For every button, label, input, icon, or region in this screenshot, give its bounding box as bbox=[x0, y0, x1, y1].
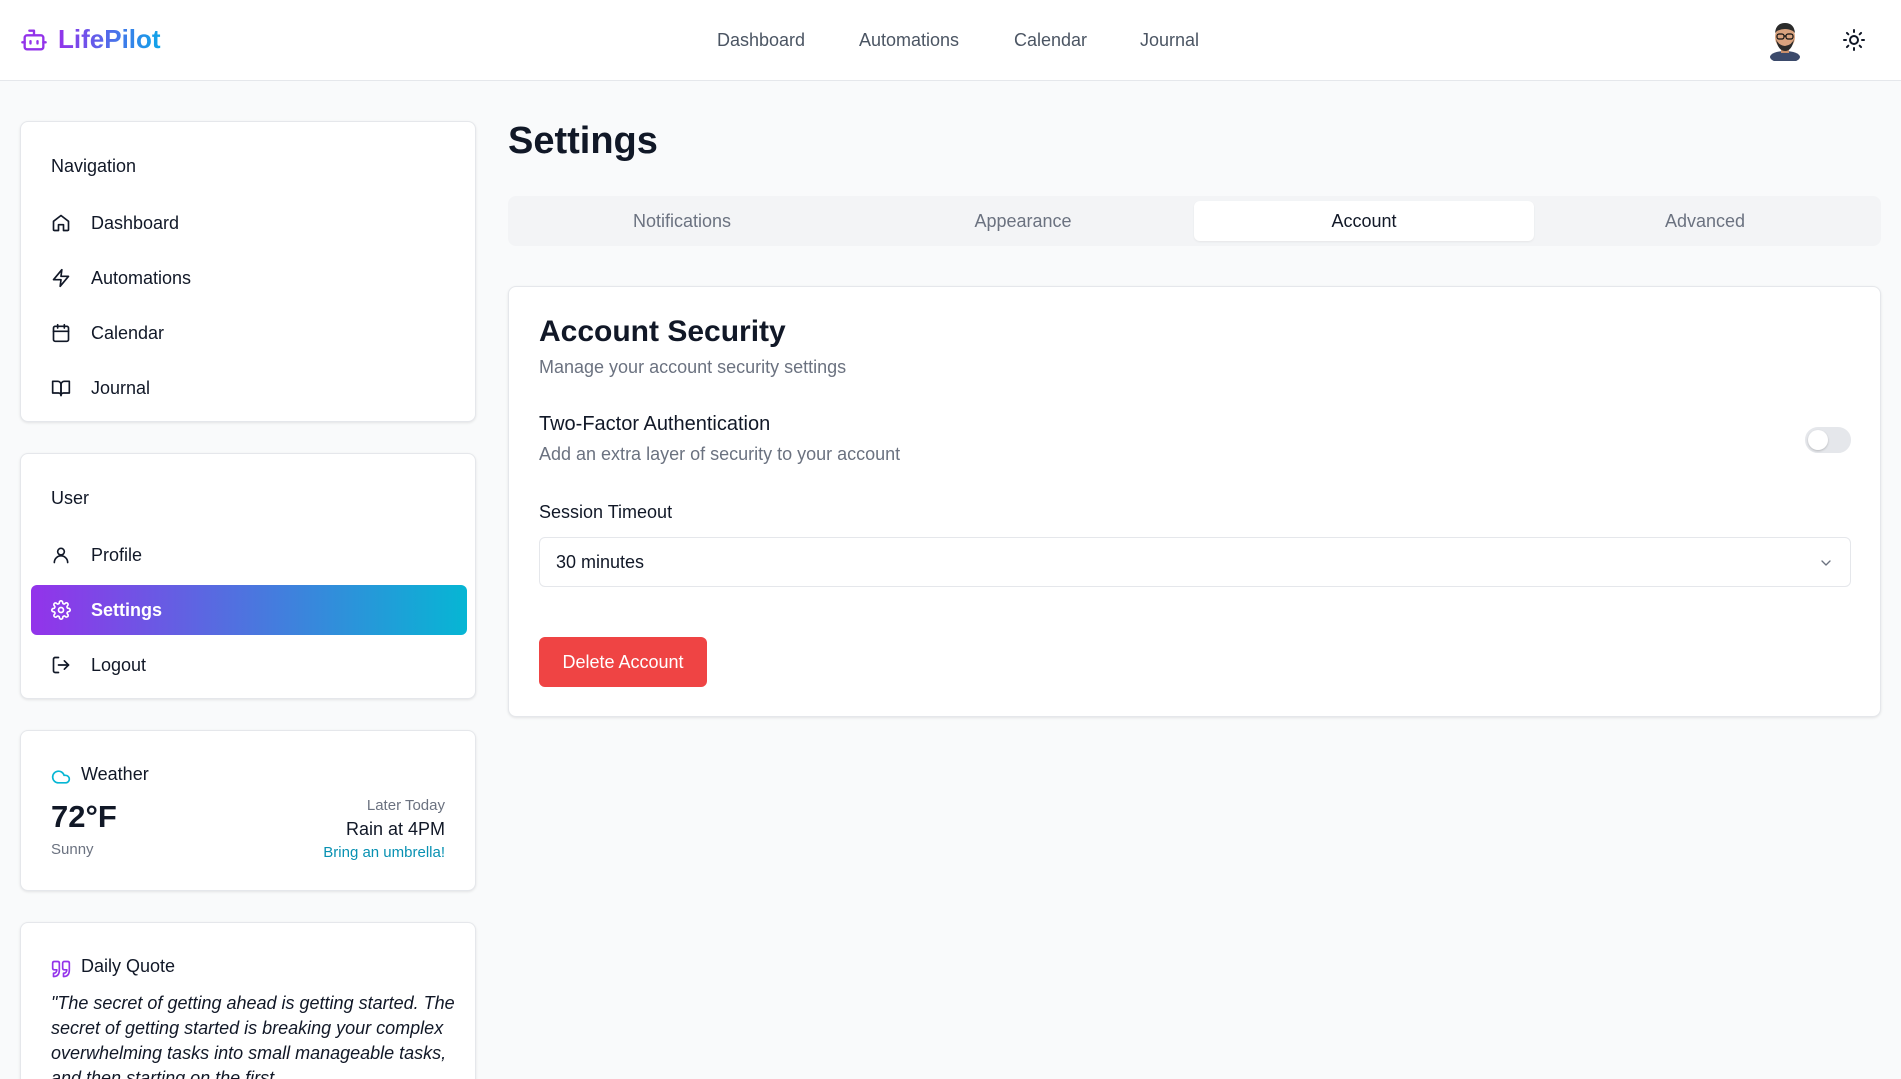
weather-card: Weather 72°F Sunny Later Today Rain at 4… bbox=[20, 730, 476, 891]
logout-icon bbox=[52, 656, 70, 674]
topnav-automations[interactable]: Automations bbox=[859, 30, 959, 51]
session-timeout-select[interactable]: 30 minutes bbox=[539, 537, 1851, 587]
quote-card: Daily Quote "The secret of getting ahead… bbox=[20, 922, 476, 1079]
sidebar-item-label: Automations bbox=[91, 267, 192, 288]
weather-condition: Sunny bbox=[51, 841, 94, 858]
sidebar-item-label: Settings bbox=[91, 599, 163, 620]
user-title: User bbox=[51, 488, 90, 508]
tab-advanced[interactable]: Advanced bbox=[1535, 201, 1875, 241]
sidebar-item-settings[interactable]: Settings bbox=[31, 585, 467, 635]
sidebar-item-label: Calendar bbox=[91, 322, 165, 343]
panel-title: Account Security bbox=[539, 315, 786, 348]
sidebar-item-label: Journal bbox=[91, 377, 151, 398]
quote-icon bbox=[51, 960, 71, 978]
top-header: LifePilot Dashboard Automations Calendar… bbox=[0, 0, 1901, 81]
sidebar-item-journal[interactable]: Journal bbox=[31, 363, 467, 413]
delete-account-button[interactable]: Delete Account bbox=[539, 637, 707, 687]
tab-notifications[interactable]: Notifications bbox=[512, 201, 852, 241]
tab-appearance[interactable]: Appearance bbox=[853, 201, 1193, 241]
sidebar-item-automations[interactable]: Automations bbox=[31, 253, 467, 303]
cloud-icon bbox=[51, 770, 71, 784]
quote-title: Daily Quote bbox=[81, 956, 176, 976]
navigation-card: Navigation Dashboard Automations Calenda… bbox=[20, 121, 476, 422]
topnav-calendar[interactable]: Calendar bbox=[1014, 30, 1087, 51]
book-icon bbox=[51, 380, 71, 397]
app-name: LifePilot bbox=[58, 24, 161, 54]
sidebar-item-logout[interactable]: Logout bbox=[31, 640, 467, 690]
two-factor-title: Two-Factor Authentication bbox=[539, 413, 771, 435]
panel-subtitle: Manage your account security settings bbox=[539, 357, 847, 377]
user-card: User Profile Settings Logout bbox=[20, 453, 476, 699]
session-timeout-label: Session Timeout bbox=[539, 502, 673, 522]
sidebar-item-label: Profile bbox=[91, 544, 143, 565]
page-title: Settings bbox=[508, 120, 658, 162]
bolt-icon bbox=[52, 268, 70, 288]
tab-account[interactable]: Account bbox=[1194, 201, 1534, 241]
user-icon bbox=[53, 547, 69, 564]
sun-icon[interactable] bbox=[1842, 28, 1866, 52]
weather-later-label: Later Today bbox=[366, 797, 445, 814]
navigation-title: Navigation bbox=[51, 156, 137, 176]
two-factor-toggle[interactable] bbox=[1805, 427, 1851, 453]
sidebar-item-label: Logout bbox=[91, 654, 147, 675]
sidebar-item-calendar[interactable]: Calendar bbox=[31, 308, 467, 358]
topnav-journal[interactable]: Journal bbox=[1140, 30, 1199, 51]
weather-temperature: 72°F bbox=[51, 799, 117, 834]
chevron-down-icon bbox=[1821, 560, 1831, 566]
session-timeout-value: 30 minutes bbox=[556, 551, 645, 572]
weather-tip: Bring an umbrella! bbox=[323, 844, 445, 861]
gear-icon bbox=[51, 600, 71, 620]
settings-tabs: Notifications Appearance Account Advance… bbox=[508, 196, 1881, 246]
avatar[interactable] bbox=[1766, 19, 1804, 61]
weather-later-forecast: Rain at 4PM bbox=[345, 819, 445, 839]
top-navigation: Dashboard Automations Calendar Journal bbox=[0, 0, 1901, 81]
home-icon bbox=[52, 214, 70, 232]
sidebar-item-label: Dashboard bbox=[91, 212, 180, 233]
quote-text: "The secret of getting ahead is getting … bbox=[51, 993, 455, 1079]
two-factor-subtitle: Add an extra layer of security to your a… bbox=[539, 444, 901, 464]
toggle-knob bbox=[1808, 430, 1828, 450]
calendar-icon bbox=[52, 323, 70, 343]
topnav-dashboard[interactable]: Dashboard bbox=[717, 30, 805, 51]
weather-title: Weather bbox=[81, 764, 149, 784]
sidebar-item-profile[interactable]: Profile bbox=[31, 530, 467, 580]
account-security-panel: Account Security Manage your account sec… bbox=[508, 286, 1881, 717]
app-logo[interactable]: LifePilot bbox=[20, 24, 161, 55]
sidebar-item-dashboard[interactable]: Dashboard bbox=[31, 198, 467, 248]
robot-icon bbox=[21, 29, 47, 50]
